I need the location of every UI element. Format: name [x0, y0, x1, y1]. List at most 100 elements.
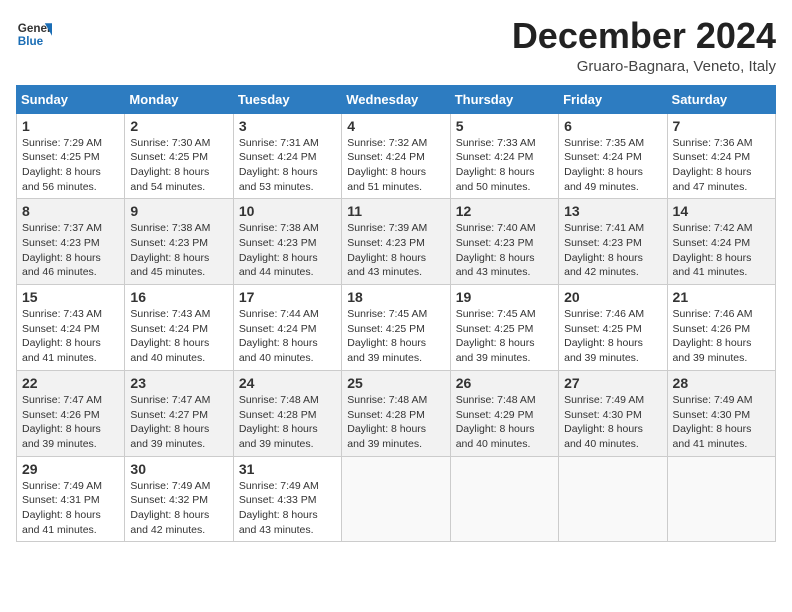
calendar-cell [450, 456, 558, 542]
svg-text:Blue: Blue [18, 35, 44, 48]
calendar-cell: 17 Sunrise: 7:44 AM Sunset: 4:24 PM Dayli… [233, 285, 341, 371]
day-number: 21 [673, 289, 770, 305]
weekday-header-sunday: Sunday [17, 85, 125, 113]
day-info: Sunrise: 7:47 AM Sunset: 4:27 PM Dayligh… [130, 393, 227, 452]
calendar-cell: 7 Sunrise: 7:36 AM Sunset: 4:24 PM Daylig… [667, 113, 775, 199]
calendar-cell: 26 Sunrise: 7:48 AM Sunset: 4:29 PM Dayli… [450, 370, 558, 456]
weekday-header-wednesday: Wednesday [342, 85, 450, 113]
calendar-cell: 22 Sunrise: 7:47 AM Sunset: 4:26 PM Dayli… [17, 370, 125, 456]
calendar-cell: 8 Sunrise: 7:37 AM Sunset: 4:23 PM Daylig… [17, 199, 125, 285]
day-info: Sunrise: 7:43 AM Sunset: 4:24 PM Dayligh… [22, 307, 119, 366]
day-info: Sunrise: 7:41 AM Sunset: 4:23 PM Dayligh… [564, 221, 661, 280]
day-number: 14 [673, 203, 770, 219]
logo: General Blue [16, 16, 52, 52]
day-number: 24 [239, 375, 336, 391]
calendar-header: SundayMondayTuesdayWednesdayThursdayFrid… [17, 85, 776, 113]
day-info: Sunrise: 7:48 AM Sunset: 4:29 PM Dayligh… [456, 393, 553, 452]
calendar-cell: 20 Sunrise: 7:46 AM Sunset: 4:25 PM Dayli… [559, 285, 667, 371]
day-info: Sunrise: 7:30 AM Sunset: 4:25 PM Dayligh… [130, 136, 227, 195]
calendar-week-2: 8 Sunrise: 7:37 AM Sunset: 4:23 PM Daylig… [17, 199, 776, 285]
logo-icon: General Blue [16, 16, 52, 52]
day-info: Sunrise: 7:49 AM Sunset: 4:30 PM Dayligh… [564, 393, 661, 452]
day-info: Sunrise: 7:38 AM Sunset: 4:23 PM Dayligh… [239, 221, 336, 280]
weekday-header-monday: Monday [125, 85, 233, 113]
calendar-cell [342, 456, 450, 542]
calendar-cell: 11 Sunrise: 7:39 AM Sunset: 4:23 PM Dayli… [342, 199, 450, 285]
day-info: Sunrise: 7:32 AM Sunset: 4:24 PM Dayligh… [347, 136, 444, 195]
day-number: 16 [130, 289, 227, 305]
day-number: 4 [347, 118, 444, 134]
calendar-cell: 25 Sunrise: 7:48 AM Sunset: 4:28 PM Dayli… [342, 370, 450, 456]
day-number: 29 [22, 461, 119, 477]
day-number: 12 [456, 203, 553, 219]
day-info: Sunrise: 7:44 AM Sunset: 4:24 PM Dayligh… [239, 307, 336, 366]
day-number: 13 [564, 203, 661, 219]
day-info: Sunrise: 7:45 AM Sunset: 4:25 PM Dayligh… [347, 307, 444, 366]
day-info: Sunrise: 7:39 AM Sunset: 4:23 PM Dayligh… [347, 221, 444, 280]
calendar-week-3: 15 Sunrise: 7:43 AM Sunset: 4:24 PM Dayli… [17, 285, 776, 371]
day-info: Sunrise: 7:49 AM Sunset: 4:33 PM Dayligh… [239, 479, 336, 538]
calendar-week-5: 29 Sunrise: 7:49 AM Sunset: 4:31 PM Dayli… [17, 456, 776, 542]
day-info: Sunrise: 7:36 AM Sunset: 4:24 PM Dayligh… [673, 136, 770, 195]
day-number: 19 [456, 289, 553, 305]
day-number: 20 [564, 289, 661, 305]
day-info: Sunrise: 7:46 AM Sunset: 4:25 PM Dayligh… [564, 307, 661, 366]
calendar-cell: 1 Sunrise: 7:29 AM Sunset: 4:25 PM Daylig… [17, 113, 125, 199]
day-info: Sunrise: 7:47 AM Sunset: 4:26 PM Dayligh… [22, 393, 119, 452]
calendar-cell: 10 Sunrise: 7:38 AM Sunset: 4:23 PM Dayli… [233, 199, 341, 285]
day-info: Sunrise: 7:49 AM Sunset: 4:30 PM Dayligh… [673, 393, 770, 452]
weekday-header-saturday: Saturday [667, 85, 775, 113]
day-number: 11 [347, 203, 444, 219]
day-number: 10 [239, 203, 336, 219]
day-number: 8 [22, 203, 119, 219]
calendar-cell: 18 Sunrise: 7:45 AM Sunset: 4:25 PM Dayli… [342, 285, 450, 371]
day-info: Sunrise: 7:38 AM Sunset: 4:23 PM Dayligh… [130, 221, 227, 280]
calendar-table: SundayMondayTuesdayWednesdayThursdayFrid… [16, 85, 776, 543]
day-number: 18 [347, 289, 444, 305]
day-number: 6 [564, 118, 661, 134]
day-number: 26 [456, 375, 553, 391]
day-info: Sunrise: 7:46 AM Sunset: 4:26 PM Dayligh… [673, 307, 770, 366]
day-info: Sunrise: 7:29 AM Sunset: 4:25 PM Dayligh… [22, 136, 119, 195]
day-info: Sunrise: 7:48 AM Sunset: 4:28 PM Dayligh… [347, 393, 444, 452]
weekday-header-friday: Friday [559, 85, 667, 113]
calendar-cell: 4 Sunrise: 7:32 AM Sunset: 4:24 PM Daylig… [342, 113, 450, 199]
calendar-cell: 13 Sunrise: 7:41 AM Sunset: 4:23 PM Dayli… [559, 199, 667, 285]
day-number: 15 [22, 289, 119, 305]
day-number: 25 [347, 375, 444, 391]
calendar-cell: 23 Sunrise: 7:47 AM Sunset: 4:27 PM Dayli… [125, 370, 233, 456]
day-number: 9 [130, 203, 227, 219]
day-number: 1 [22, 118, 119, 134]
calendar-cell: 12Sunrise: 7:40 AM Sunset: 4:23 PM Dayli… [450, 199, 558, 285]
day-number: 22 [22, 375, 119, 391]
day-info: Sunrise: 7:45 AM Sunset: 4:25 PM Dayligh… [456, 307, 553, 366]
day-number: 28 [673, 375, 770, 391]
day-number: 3 [239, 118, 336, 134]
title-block: December 2024 Gruaro-Bagnara, Veneto, It… [512, 16, 776, 75]
calendar-cell: 27 Sunrise: 7:49 AM Sunset: 4:30 PM Dayli… [559, 370, 667, 456]
calendar-cell: 21 Sunrise: 7:46 AM Sunset: 4:26 PM Dayli… [667, 285, 775, 371]
day-info: Sunrise: 7:37 AM Sunset: 4:23 PM Dayligh… [22, 221, 119, 280]
calendar-cell [667, 456, 775, 542]
day-number: 23 [130, 375, 227, 391]
weekday-header-thursday: Thursday [450, 85, 558, 113]
day-number: 7 [673, 118, 770, 134]
day-number: 17 [239, 289, 336, 305]
calendar-cell: 28 Sunrise: 7:49 AM Sunset: 4:30 PM Dayli… [667, 370, 775, 456]
day-number: 27 [564, 375, 661, 391]
calendar-cell: 19 Sunrise: 7:45 AM Sunset: 4:25 PM Dayli… [450, 285, 558, 371]
subtitle: Gruaro-Bagnara, Veneto, Italy [512, 58, 776, 75]
calendar-cell [559, 456, 667, 542]
day-number: 31 [239, 461, 336, 477]
calendar-cell: 2 Sunrise: 7:30 AM Sunset: 4:25 PM Daylig… [125, 113, 233, 199]
day-info: Sunrise: 7:49 AM Sunset: 4:31 PM Dayligh… [22, 479, 119, 538]
calendar-cell: 9 Sunrise: 7:38 AM Sunset: 4:23 PM Daylig… [125, 199, 233, 285]
day-number: 30 [130, 461, 227, 477]
day-info: Sunrise: 7:49 AM Sunset: 4:32 PM Dayligh… [130, 479, 227, 538]
calendar-cell: 15 Sunrise: 7:43 AM Sunset: 4:24 PM Dayli… [17, 285, 125, 371]
calendar-cell: 14Sunrise: 7:42 AM Sunset: 4:24 PM Dayli… [667, 199, 775, 285]
day-number: 5 [456, 118, 553, 134]
day-number: 2 [130, 118, 227, 134]
day-info: Sunrise: 7:33 AM Sunset: 4:24 PM Dayligh… [456, 136, 553, 195]
calendar-cell: 3Sunrise: 7:31 AM Sunset: 4:24 PM Daylig… [233, 113, 341, 199]
